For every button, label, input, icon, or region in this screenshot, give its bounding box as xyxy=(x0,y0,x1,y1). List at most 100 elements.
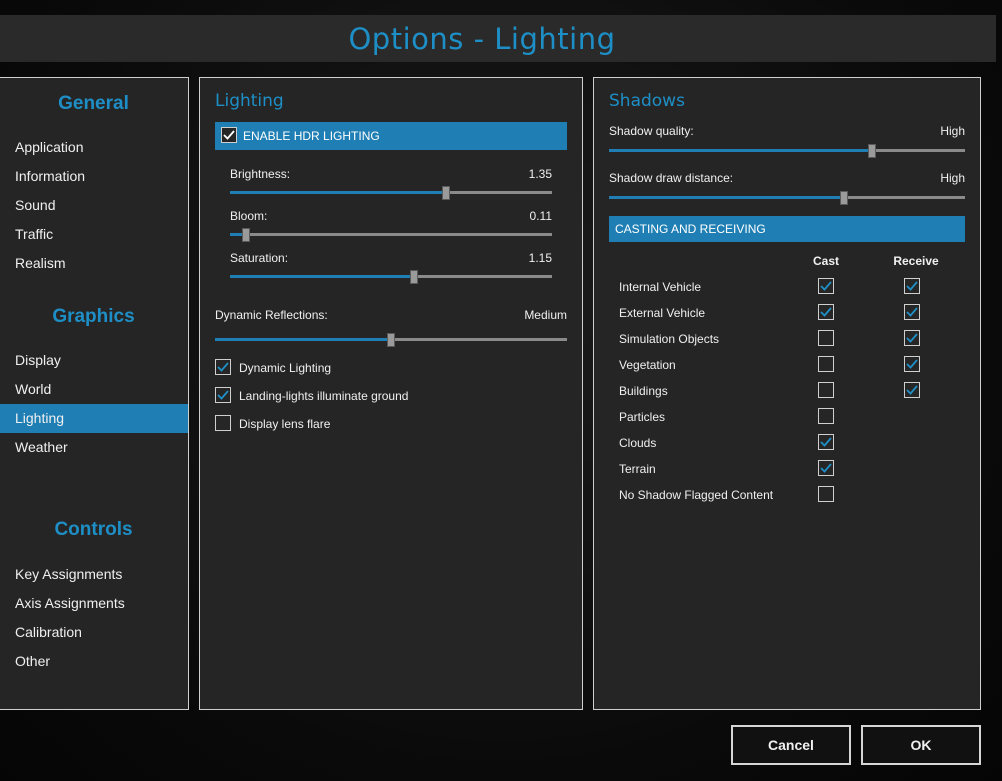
lighting-section-title: Lighting xyxy=(215,91,284,111)
cast-checkbox-buildings[interactable] xyxy=(818,382,834,398)
nav-panel: General Application Information Sound Tr… xyxy=(0,77,189,710)
shadow-quality-value: High xyxy=(940,124,965,138)
cast-column-header: Cast xyxy=(812,254,839,268)
slider-thumb[interactable] xyxy=(242,228,251,242)
receive-checkbox-internal-vehicle[interactable] xyxy=(904,278,920,294)
cast-checkbox-external-vehicle[interactable] xyxy=(818,304,834,320)
nav-heading-graphics: Graphics xyxy=(52,306,135,327)
slider-thumb[interactable] xyxy=(839,191,848,205)
shadow-row-label-external-vehicle: External Vehicle xyxy=(619,306,706,320)
dynamic-reflections-label: Dynamic Reflections: xyxy=(215,308,328,322)
shadow-row-label-no-shadow-flagged-content: No Shadow Flagged Content xyxy=(619,488,774,502)
cast-checkbox-vegetation[interactable] xyxy=(818,356,834,372)
slider-thumb[interactable] xyxy=(409,270,418,284)
bloom-slider[interactable] xyxy=(230,228,552,242)
ok-button[interactable]: OK xyxy=(861,725,981,765)
landing-lights-checkbox[interactable] xyxy=(215,387,231,403)
cast-checkbox-internal-vehicle[interactable] xyxy=(818,278,834,294)
receive-column-header: Receive xyxy=(893,254,939,268)
receive-checkbox-external-vehicle[interactable] xyxy=(904,304,920,320)
slider-thumb[interactable] xyxy=(441,186,450,200)
shadow-distance-slider[interactable] xyxy=(609,191,965,205)
saturation-slider[interactable] xyxy=(230,270,552,284)
slider-thumb[interactable] xyxy=(387,333,395,347)
nav-item-weather[interactable]: Weather xyxy=(0,433,188,462)
checkmark-icon xyxy=(820,307,832,317)
dynamic-lighting-checkbox[interactable] xyxy=(215,359,231,375)
hdr-lighting-checkbox[interactable] xyxy=(221,127,237,143)
bloom-value: 0.11 xyxy=(529,209,552,223)
shadow-distance-label: Shadow draw distance: xyxy=(609,171,734,185)
cast-checkbox-simulation-objects[interactable] xyxy=(818,330,834,346)
nav-item-key-assignments[interactable]: Key Assignments xyxy=(0,560,188,589)
window-title: Options - Lighting xyxy=(348,21,616,56)
slider-fill xyxy=(230,191,446,194)
shadow-distance-value: High xyxy=(940,171,965,185)
receive-checkbox-buildings[interactable] xyxy=(904,382,920,398)
checkmark-icon xyxy=(906,307,918,317)
slider-fill xyxy=(230,275,414,278)
checkmark-icon xyxy=(906,385,918,395)
saturation-value: 1.15 xyxy=(528,251,552,265)
slider-track[interactable] xyxy=(230,233,552,236)
shadow-row-label-terrain: Terrain xyxy=(619,462,656,476)
saturation-label: Saturation: xyxy=(230,251,289,265)
nav-item-information[interactable]: Information xyxy=(0,162,188,191)
nav-item-axis-assignments[interactable]: Axis Assignments xyxy=(0,589,188,618)
landing-lights-label: Landing-lights illuminate ground xyxy=(239,389,409,403)
nav-item-realism[interactable]: Realism xyxy=(0,249,188,278)
checkmark-icon xyxy=(906,359,918,369)
dynamic-reflections-slider[interactable] xyxy=(215,333,567,347)
lens-flare-checkbox[interactable] xyxy=(215,415,231,431)
receive-checkbox-vegetation[interactable] xyxy=(904,356,920,372)
shadow-quality-slider[interactable] xyxy=(609,144,965,158)
nav-item-calibration[interactable]: Calibration xyxy=(0,618,188,647)
nav-item-lighting[interactable]: Lighting xyxy=(0,404,188,433)
brightness-slider[interactable] xyxy=(230,186,552,200)
checkmark-icon xyxy=(906,281,918,291)
nav-item-sound[interactable]: Sound xyxy=(0,191,188,220)
brightness-value: 1.35 xyxy=(528,167,552,181)
cast-checkbox-clouds[interactable] xyxy=(818,434,834,450)
shadow-row-label-vegetation: Vegetation xyxy=(619,358,676,372)
checkmark-icon xyxy=(217,362,229,372)
slider-thumb[interactable] xyxy=(868,144,877,158)
title-bar: Options - Lighting xyxy=(0,15,996,62)
cast-checkbox-no-shadow-flagged-content[interactable] xyxy=(818,486,834,502)
nav-heading-general: General xyxy=(58,93,129,114)
lens-flare-label: Display lens flare xyxy=(239,417,331,431)
checkmark-icon xyxy=(820,463,832,473)
cancel-button[interactable]: Cancel xyxy=(731,725,851,765)
hdr-lighting-row[interactable]: ENABLE HDR LIGHTING xyxy=(215,122,567,150)
casting-receiving-label: CASTING AND RECEIVING xyxy=(615,222,766,236)
shadow-row-label-buildings: Buildings xyxy=(619,384,668,398)
slider-fill xyxy=(609,196,844,199)
nav-heading-controls: Controls xyxy=(54,519,133,540)
checkmark-icon xyxy=(217,390,229,400)
nav-item-other[interactable]: Other xyxy=(0,647,188,676)
checkmark-icon xyxy=(223,130,235,140)
nav-item-world[interactable]: World xyxy=(0,375,188,404)
brightness-label: Brightness: xyxy=(230,167,291,181)
shadow-row-label-clouds: Clouds xyxy=(619,436,657,450)
checkmark-icon xyxy=(820,437,832,447)
slider-fill xyxy=(609,149,873,152)
nav-item-application[interactable]: Application xyxy=(0,133,188,162)
casting-receiving-header: CASTING AND RECEIVING xyxy=(609,216,965,242)
cast-checkbox-terrain[interactable] xyxy=(818,460,834,476)
dynamic-reflections-value: Medium xyxy=(524,308,567,322)
shadows-panel: Shadows Shadow quality: High Shadow draw… xyxy=(593,77,981,710)
shadow-row-label-internal-vehicle: Internal Vehicle xyxy=(619,280,702,294)
shadow-quality-label: Shadow quality: xyxy=(609,124,694,138)
nav-item-display[interactable]: Display xyxy=(0,346,188,375)
bloom-label: Bloom: xyxy=(230,209,268,223)
receive-checkbox-simulation-objects[interactable] xyxy=(904,330,920,346)
slider-fill xyxy=(215,338,391,341)
cast-checkbox-particles[interactable] xyxy=(818,408,834,424)
checkmark-icon xyxy=(906,333,918,343)
checkmark-icon xyxy=(820,281,832,291)
hdr-lighting-label: ENABLE HDR LIGHTING xyxy=(243,129,380,143)
shadow-row-label-particles: Particles xyxy=(619,410,666,424)
nav-item-traffic[interactable]: Traffic xyxy=(0,220,188,249)
lighting-panel: Lighting ENABLE HDR LIGHTING Brightness:… xyxy=(199,77,583,710)
